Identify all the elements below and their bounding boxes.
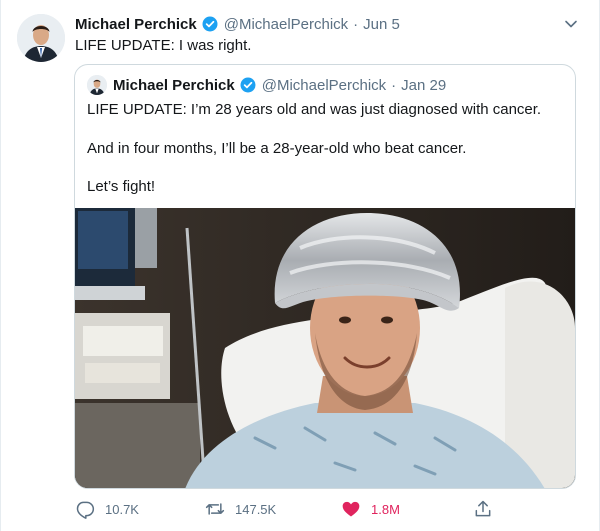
quoted-tweet-date: Jan 29 bbox=[401, 76, 447, 94]
like-button[interactable]: 1.8M bbox=[341, 497, 400, 521]
quoted-author-name: Michael Perchick bbox=[113, 76, 235, 94]
retweet-button[interactable]: 147.5K bbox=[205, 497, 276, 521]
heart-icon bbox=[341, 499, 361, 519]
tweet-card[interactable]: Michael Perchick @MichaelPerchick · Jun … bbox=[0, 0, 600, 531]
verified-badge-icon bbox=[201, 15, 219, 33]
separator-dot: · bbox=[353, 15, 359, 33]
chevron-down-icon[interactable] bbox=[561, 14, 581, 34]
tweet-actions: 10.7K 147.5K 1.8M bbox=[75, 497, 575, 521]
quoted-tweet-line: And in four months, I’ll be a 28-year-ol… bbox=[87, 140, 467, 157]
author-name[interactable]: Michael Perchick bbox=[75, 16, 197, 33]
quoted-tweet[interactable]: Michael Perchick @MichaelPerchick · Jan … bbox=[74, 64, 576, 489]
separator-dot: · bbox=[391, 76, 397, 94]
like-count: 1.8M bbox=[371, 501, 400, 517]
quoted-author-avatar bbox=[87, 75, 107, 95]
reply-button[interactable]: 10.7K bbox=[75, 497, 139, 521]
retweet-count: 147.5K bbox=[235, 501, 277, 517]
quoted-tweet-line: LIFE UPDATE: I’m 28 years old and was ju… bbox=[87, 101, 542, 118]
share-icon bbox=[473, 499, 493, 519]
quoted-tweet-header: Michael Perchick @MichaelPerchick · Jan … bbox=[87, 75, 446, 95]
tweet-photo[interactable] bbox=[75, 208, 575, 488]
retweet-icon bbox=[205, 499, 225, 519]
verified-badge-icon bbox=[239, 76, 257, 94]
tweet-date[interactable]: Jun 5 bbox=[363, 16, 400, 33]
reply-icon bbox=[75, 499, 95, 519]
author-avatar[interactable] bbox=[17, 14, 65, 62]
share-button[interactable] bbox=[473, 497, 503, 521]
tweet-text: LIFE UPDATE: I was right. bbox=[75, 37, 252, 54]
quoted-author-handle: @MichaelPerchick bbox=[261, 76, 387, 94]
quoted-tweet-line: Let’s fight! bbox=[87, 178, 156, 195]
tweet-header: Michael Perchick @MichaelPerchick · Jun … bbox=[75, 14, 400, 34]
author-handle[interactable]: @MichaelPerchick bbox=[224, 16, 348, 33]
reply-count: 10.7K bbox=[105, 501, 139, 517]
